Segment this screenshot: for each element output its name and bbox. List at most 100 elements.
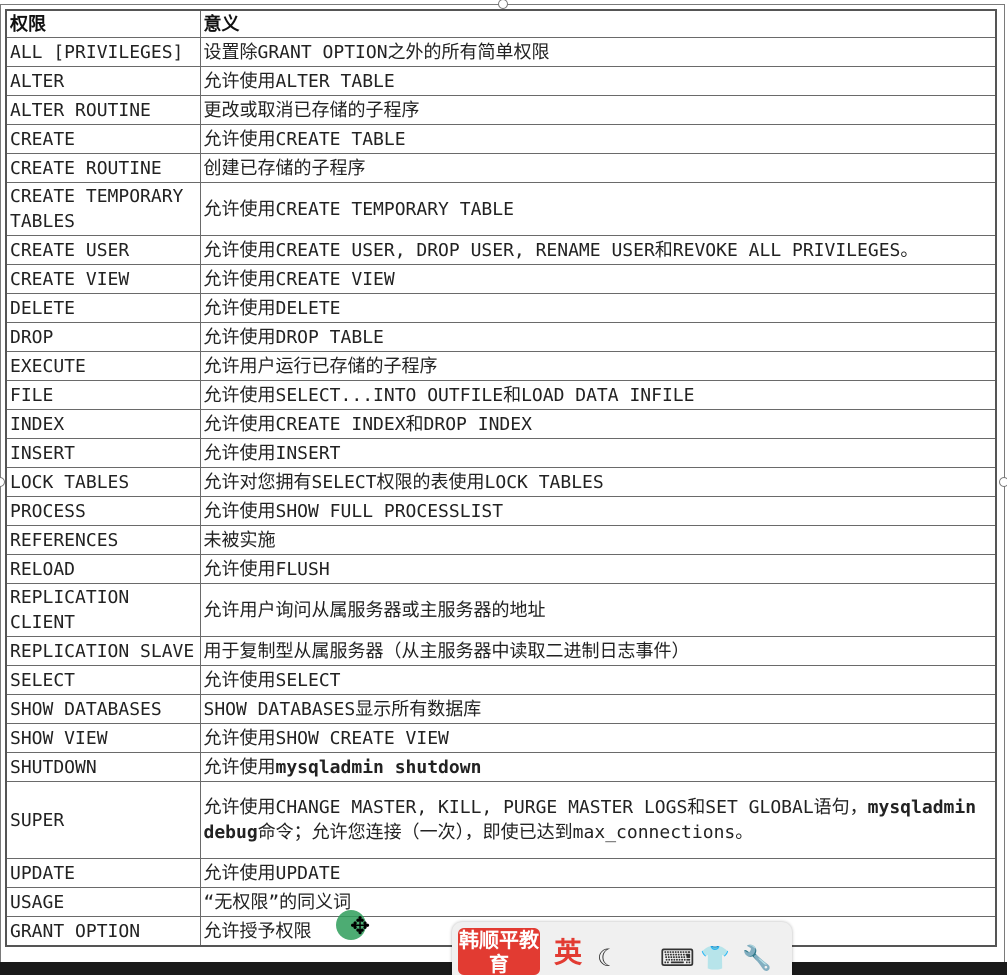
keyboard-icon[interactable]: ⌨	[660, 944, 695, 972]
privilege-cell: CREATE TEMPORARY TABLES	[5, 182, 201, 236]
header-meaning: 意义	[199, 9, 997, 38]
table-row: CREATE 允许使用CREATE TABLE	[5, 124, 997, 154]
meaning-cell: 允许使用FLUSH	[199, 554, 997, 584]
privilege-cell: REPLICATION CLIENT	[5, 583, 201, 637]
meaning-cell: 允许对您拥有SELECT权限的表使用LOCK TABLES	[199, 467, 997, 497]
privilege-cell: LOCK TABLES	[5, 467, 201, 497]
meaning-cell: 更改或取消已存储的子程序	[199, 95, 997, 125]
privilege-cell: SHOW DATABASES	[5, 694, 201, 724]
table-row: UPDATE 允许使用UPDATE	[5, 858, 997, 888]
meaning-cell: 允许使用CREATE VIEW	[199, 264, 997, 294]
privilege-cell: EXECUTE	[5, 351, 201, 381]
table-row: DROP 允许使用DROP TABLE	[5, 322, 997, 352]
meaning-cell: 允许用户询问从属服务器或主服务器的地址	[199, 583, 997, 637]
meaning-cell: 允许使用SHOW FULL PROCESSLIST	[199, 496, 997, 526]
table-row: DELETE 允许使用DELETE	[5, 293, 997, 323]
privilege-cell: ALL [PRIVILEGES]	[5, 37, 201, 67]
table-row: FILE 允许使用SELECT...INTO OUTFILE和LOAD DATA …	[5, 380, 997, 410]
privilege-cell: CREATE VIEW	[5, 264, 201, 294]
meaning-cell: “无权限”的同义词	[199, 887, 997, 917]
meaning-cell: 允许使用SHOW CREATE VIEW	[199, 723, 997, 753]
privileges-table: 权限 意义 ALL [PRIVILEGES] 设置除GRANT OPTION之外的…	[5, 9, 997, 947]
table-row: ALTER ROUTINE 更改或取消已存储的子程序	[5, 95, 997, 125]
table-row: CREATE USER 允许使用CREATE USER, DROP USER, R…	[5, 235, 997, 265]
privilege-cell: INSERT	[5, 438, 201, 468]
privilege-cell: DELETE	[5, 293, 201, 323]
screen: 权限 意义 ALL [PRIVILEGES] 设置除GRANT OPTION之外的…	[0, 0, 1007, 975]
privilege-cell: FILE	[5, 380, 201, 410]
privilege-cell: CREATE ROUTINE	[5, 153, 201, 183]
table-row: CREATE TEMPORARY TABLES 允许使用CREATE TEMPOR…	[5, 182, 997, 236]
meaning-cell: 设置除GRANT OPTION之外的所有简单权限	[199, 37, 997, 67]
privilege-cell: GRANT OPTION	[5, 916, 201, 947]
privilege-cell: RELOAD	[5, 554, 201, 584]
resize-handle-right[interactable]	[999, 477, 1007, 487]
meaning-cell: 未被实施	[199, 525, 997, 555]
meaning-cell: 允许使用CREATE USER, DROP USER, RENAME USER和…	[199, 235, 997, 265]
meaning-text: 允许使用	[203, 756, 276, 778]
table-row: INDEX 允许使用CREATE INDEX和DROP INDEX	[5, 409, 997, 439]
table-row: REPLICATION SLAVE 用于复制型从属服务器（从主服务器中读取二进制日…	[5, 636, 997, 666]
shirt-icon[interactable]: 👕	[700, 944, 730, 972]
meaning-cell: SHOW DATABASES显示所有数据库	[199, 694, 997, 724]
privilege-cell: CREATE USER	[5, 235, 201, 265]
table-header-row: 权限 意义	[5, 9, 997, 38]
meaning-cell: 用于复制型从属服务器（从主服务器中读取二进制日志事件）	[199, 636, 997, 666]
meaning-cell: 允许使用DROP TABLE	[199, 322, 997, 352]
ime-toolbar: 韩顺平教育 英 ☾ ⌨ 👕 🔧	[452, 922, 792, 975]
privilege-cell: ALTER	[5, 66, 201, 96]
meaning-cell: 允许使用CHANGE MASTER, KILL, PURGE MASTER LO…	[199, 781, 997, 859]
meaning-cell: 允许使用UPDATE	[199, 858, 997, 888]
meaning-cell: 允许使用DELETE	[199, 293, 997, 323]
wrench-icon[interactable]: 🔧	[742, 944, 772, 972]
table-row: CREATE ROUTINE 创建已存储的子程序	[5, 153, 997, 183]
privilege-cell: UPDATE	[5, 858, 201, 888]
moon-icon[interactable]: ☾	[597, 944, 619, 972]
meaning-text: 命令；允许您连接（一次），即使已达到max_connections。	[257, 822, 754, 843]
meaning-cell: 允许使用CREATE INDEX和DROP INDEX	[199, 409, 997, 439]
table-row: CREATE VIEW 允许使用CREATE VIEW	[5, 264, 997, 294]
privilege-cell: SUPER	[5, 781, 201, 859]
table-row: INSERT 允许使用INSERT	[5, 438, 997, 468]
privilege-cell: CREATE	[5, 124, 201, 154]
table-row: SELECT 允许使用SELECT	[5, 665, 997, 695]
table-row: LOCK TABLES 允许对您拥有SELECT权限的表使用LOCK TABLES	[5, 467, 997, 497]
privilege-cell: PROCESS	[5, 496, 201, 526]
table-row: PROCESS 允许使用SHOW FULL PROCESSLIST	[5, 496, 997, 526]
table-row: REPLICATION CLIENT 允许用户询问从属服务器或主服务器的地址	[5, 583, 997, 637]
meaning-cell: 创建已存储的子程序	[199, 153, 997, 183]
table-row: SUPER 允许使用CHANGE MASTER, KILL, PURGE MAST…	[5, 781, 997, 859]
table-row: EXECUTE 允许用户运行已存储的子程序	[5, 351, 997, 381]
table-row: SHOW DATABASES SHOW DATABASES显示所有数据库	[5, 694, 997, 724]
table-body: ALL [PRIVILEGES] 设置除GRANT OPTION之外的所有简单权限…	[5, 37, 997, 947]
table-row: ALL [PRIVILEGES] 设置除GRANT OPTION之外的所有简单权限	[5, 37, 997, 67]
privilege-cell: SHOW VIEW	[5, 723, 201, 753]
table-row: RELOAD 允许使用FLUSH	[5, 554, 997, 584]
brand-logo: 韩顺平教育	[458, 928, 540, 975]
header-privilege: 权限	[5, 9, 201, 38]
privilege-cell: REFERENCES	[5, 525, 201, 555]
privilege-cell: ALTER ROUTINE	[5, 95, 201, 125]
privilege-cell: USAGE	[5, 887, 201, 917]
privilege-cell: SELECT	[5, 665, 201, 695]
meaning-command: mysqladmin shutdown	[275, 756, 482, 778]
meaning-cell: 允许使用CREATE TEMPORARY TABLE	[199, 182, 997, 236]
ime-language-button[interactable]: 英	[554, 936, 582, 970]
table-row: SHOW VIEW 允许使用SHOW CREATE VIEW	[5, 723, 997, 753]
meaning-cell: 允许使用CREATE TABLE	[199, 124, 997, 154]
meaning-cell: 允许使用SELECT	[199, 665, 997, 695]
meaning-cell: 允许使用INSERT	[199, 438, 997, 468]
move-cursor-icon: ✥	[350, 912, 371, 940]
privilege-cell: INDEX	[5, 409, 201, 439]
table-row: REFERENCES 未被实施	[5, 525, 997, 555]
meaning-text: 允许使用CHANGE MASTER, KILL, PURGE MASTER LO…	[203, 797, 868, 818]
table-row: SHUTDOWN 允许使用mysqladmin shutdown	[5, 752, 997, 782]
privilege-cell: REPLICATION SLAVE	[5, 636, 201, 666]
privilege-cell: SHUTDOWN	[5, 752, 201, 782]
meaning-cell: 允许用户运行已存储的子程序	[199, 351, 997, 381]
meaning-cell: 允许使用SELECT...INTO OUTFILE和LOAD DATA INFI…	[199, 380, 997, 410]
meaning-cell: 允许使用ALTER TABLE	[199, 66, 997, 96]
table-row: ALTER 允许使用ALTER TABLE	[5, 66, 997, 96]
table-row: USAGE “无权限”的同义词	[5, 887, 997, 917]
meaning-cell: 允许使用mysqladmin shutdown	[199, 752, 997, 782]
